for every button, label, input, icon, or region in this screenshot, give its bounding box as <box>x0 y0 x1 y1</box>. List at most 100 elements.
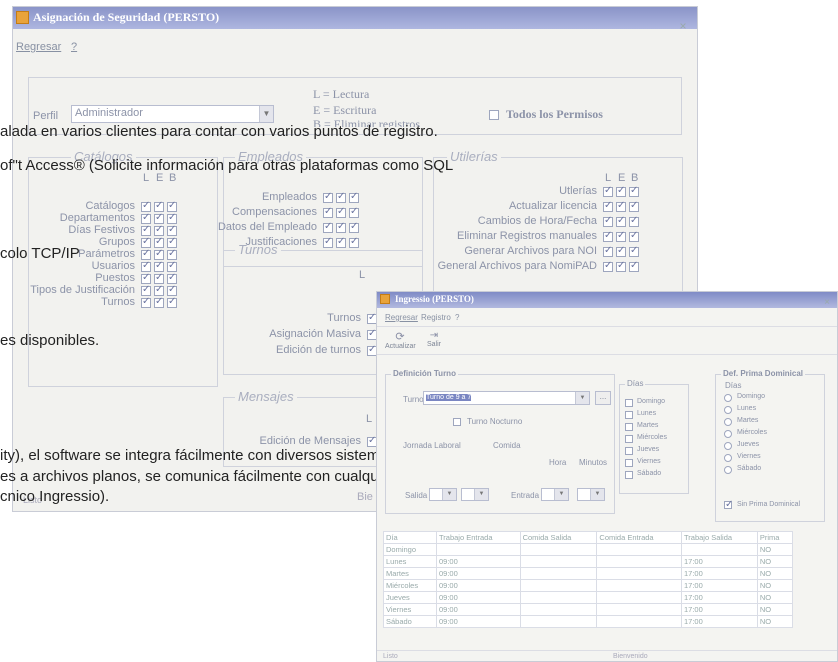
menu-help[interactable]: ? <box>455 313 459 322</box>
empleados-checkbox-b[interactable] <box>349 236 359 248</box>
table-header-cell[interactable]: Comida Salida <box>519 531 598 544</box>
table-row[interactable]: Miércoles 09:00 17:00 NO <box>383 579 794 592</box>
utilerias-checkbox-l[interactable] <box>603 200 613 212</box>
chevron-down-icon[interactable]: ▼ <box>554 489 568 500</box>
catalogos-checkbox-e[interactable] <box>154 296 164 308</box>
close-icon[interactable]: × <box>675 19 691 33</box>
prima-radio[interactable] <box>724 466 732 474</box>
utilerias-checkbox-l[interactable] <box>603 215 613 227</box>
empleados-checkbox-l[interactable] <box>323 206 333 218</box>
dia-checkbox[interactable] <box>625 399 633 407</box>
table-row[interactable]: Lunes 09:00 17:00 NO <box>383 555 794 568</box>
utilerias-checkbox-b[interactable] <box>629 200 639 212</box>
catalogos-checkbox-e[interactable] <box>154 200 164 212</box>
catalogos-checkbox-l[interactable] <box>141 212 151 224</box>
chevron-down-icon[interactable]: ▼ <box>259 106 273 122</box>
chevron-down-icon[interactable]: ▼ <box>442 489 456 500</box>
turno-lookup-button[interactable]: ... <box>595 391 611 405</box>
turno-nocturno-checkbox[interactable] <box>453 418 461 426</box>
chevron-down-icon[interactable]: ▼ <box>474 489 488 500</box>
table-row[interactable]: Domingo NO <box>383 543 794 556</box>
turno-select[interactable]: Turno de 9 a 7 ▼ <box>423 391 590 405</box>
refresh-button[interactable]: ⟳ Actualizar <box>385 330 416 350</box>
chevron-down-icon[interactable]: ▼ <box>590 489 604 500</box>
catalogos-checkbox-l[interactable] <box>141 248 151 260</box>
catalogos-checkbox-b[interactable] <box>167 296 177 308</box>
prima-radio[interactable] <box>724 394 732 402</box>
catalogos-checkbox-b[interactable] <box>167 236 177 248</box>
dia-checkbox[interactable] <box>625 435 633 443</box>
prima-radio[interactable] <box>724 418 732 426</box>
utilerias-checkbox-e[interactable] <box>616 200 626 212</box>
empleados-checkbox-b[interactable] <box>349 206 359 218</box>
table-header-cell[interactable]: Comida Entrada <box>596 531 682 544</box>
utilerias-checkbox-b[interactable] <box>629 215 639 227</box>
empleados-checkbox-l[interactable] <box>323 221 333 233</box>
salida-min-select[interactable]: ▼ <box>461 488 489 501</box>
chevron-down-icon[interactable]: ▼ <box>575 392 589 404</box>
catalogos-checkbox-l[interactable] <box>141 296 151 308</box>
sin-prima-checkbox[interactable] <box>724 499 733 510</box>
catalogos-checkbox-e[interactable] <box>154 260 164 272</box>
catalogos-checkbox-b[interactable] <box>167 260 177 272</box>
catalogos-checkbox-l[interactable] <box>141 224 151 236</box>
table-header-cell[interactable]: Prima <box>756 531 794 544</box>
catalogos-checkbox-e[interactable] <box>154 272 164 284</box>
menu-help[interactable]: ? <box>71 41 77 53</box>
catalogos-checkbox-b[interactable] <box>167 212 177 224</box>
utilerias-checkbox-b[interactable] <box>629 230 639 242</box>
catalogos-checkbox-b[interactable] <box>167 224 177 236</box>
dia-checkbox[interactable] <box>625 447 633 455</box>
catalogos-checkbox-e[interactable] <box>154 248 164 260</box>
dia-checkbox[interactable] <box>625 423 633 431</box>
table-row[interactable]: Jueves 09:00 17:00 NO <box>383 591 794 604</box>
utilerias-checkbox-b[interactable] <box>629 260 639 272</box>
table-header-cell[interactable]: Día <box>383 531 437 544</box>
utilerias-checkbox-e[interactable] <box>616 245 626 257</box>
utilerias-checkbox-l[interactable] <box>603 245 613 257</box>
catalogos-checkbox-l[interactable] <box>141 284 151 296</box>
utilerias-checkbox-b[interactable] <box>629 185 639 197</box>
catalogos-checkbox-e[interactable] <box>154 284 164 296</box>
catalogos-checkbox-e[interactable] <box>154 236 164 248</box>
table-row[interactable]: Martes 09:00 17:00 NO <box>383 567 794 580</box>
menu-registro[interactable]: Registro <box>421 313 451 322</box>
empleados-checkbox-e[interactable] <box>336 221 346 233</box>
catalogos-checkbox-b[interactable] <box>167 248 177 260</box>
prima-radio[interactable] <box>724 406 732 414</box>
prima-radio[interactable] <box>724 430 732 438</box>
dia-checkbox[interactable] <box>625 471 633 479</box>
catalogos-checkbox-b[interactable] <box>167 284 177 296</box>
empleados-checkbox-b[interactable] <box>349 221 359 233</box>
utilerias-checkbox-e[interactable] <box>616 215 626 227</box>
table-row[interactable]: Viernes 09:00 17:00 NO <box>383 603 794 616</box>
catalogos-checkbox-l[interactable] <box>141 260 151 272</box>
empleados-checkbox-b[interactable] <box>349 191 359 203</box>
dia-checkbox[interactable] <box>625 411 633 419</box>
menu-regresar[interactable]: Regresar <box>385 313 418 322</box>
utilerias-checkbox-l[interactable] <box>603 230 613 242</box>
prima-radio[interactable] <box>724 454 732 462</box>
close-icon[interactable]: × <box>819 296 835 310</box>
empleados-checkbox-e[interactable] <box>336 236 346 248</box>
catalogos-checkbox-e[interactable] <box>154 212 164 224</box>
perfil-select[interactable]: Administrador ▼ <box>71 105 274 123</box>
catalogos-checkbox-b[interactable] <box>167 272 177 284</box>
prima-radio[interactable] <box>724 442 732 450</box>
catalogos-checkbox-l[interactable] <box>141 272 151 284</box>
catalogos-checkbox-l[interactable] <box>141 200 151 212</box>
empleados-checkbox-l[interactable] <box>323 191 333 203</box>
entrada-min-select[interactable]: ▼ <box>577 488 605 501</box>
utilerias-checkbox-e[interactable] <box>616 185 626 197</box>
dia-checkbox[interactable] <box>625 459 633 467</box>
entrada-hora-select[interactable]: ▼ <box>541 488 569 501</box>
catalogos-checkbox-b[interactable] <box>167 200 177 212</box>
todos-checkbox[interactable] <box>489 110 499 120</box>
utilerias-checkbox-e[interactable] <box>616 230 626 242</box>
empleados-checkbox-e[interactable] <box>336 191 346 203</box>
utilerias-checkbox-b[interactable] <box>629 245 639 257</box>
utilerias-checkbox-l[interactable] <box>603 185 613 197</box>
exit-button[interactable]: ⇥ Salir <box>421 330 447 348</box>
menu-regresar[interactable]: Regresar <box>16 41 61 53</box>
empleados-checkbox-l[interactable] <box>323 236 333 248</box>
